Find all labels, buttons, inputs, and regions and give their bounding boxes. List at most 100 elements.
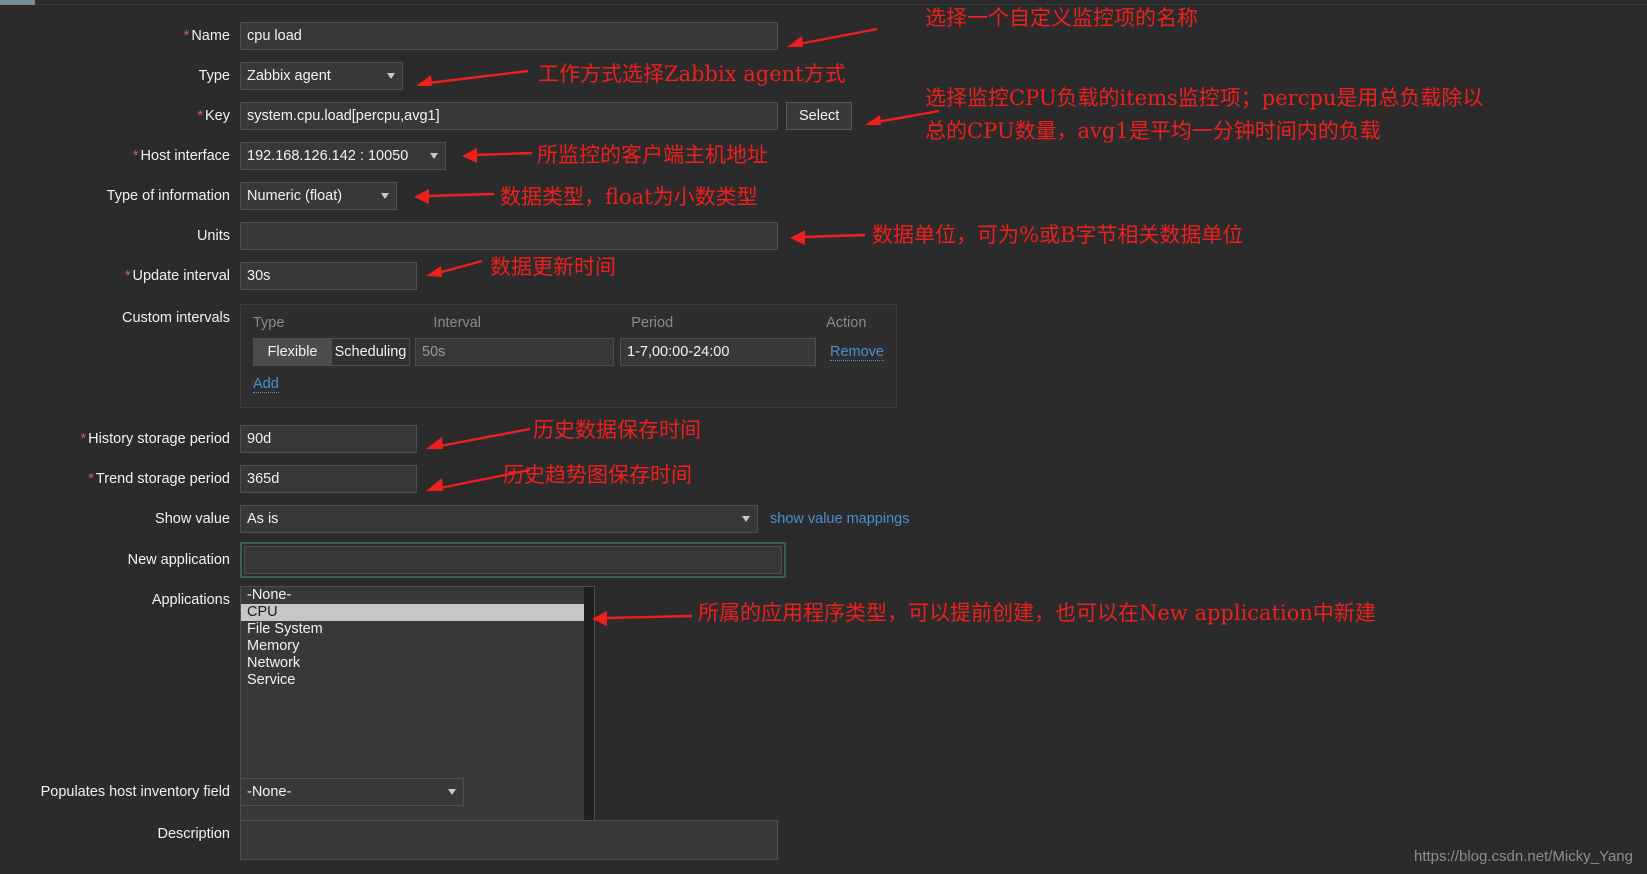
required-marker-host-interface: * bbox=[132, 148, 139, 164]
list-item[interactable]: Network bbox=[241, 655, 594, 672]
label-type-text: Type bbox=[198, 68, 230, 84]
form-row-update-interval: * Update interval bbox=[0, 262, 417, 290]
form-row-populates-host-inventory-field: Populates host inventory field -None- bbox=[0, 778, 464, 806]
annotation-type: 工作方式选择Zabbix agent方式 bbox=[538, 62, 846, 86]
show-value-select-value: As is bbox=[247, 511, 279, 527]
column-header-action: Action bbox=[826, 315, 867, 331]
label-applications-text: Applications bbox=[151, 592, 230, 608]
applications-scrollbar[interactable] bbox=[584, 587, 594, 823]
interval-type-toggle[interactable]: Flexible Scheduling bbox=[253, 338, 410, 366]
chevron-down-icon bbox=[387, 73, 395, 79]
top-strip bbox=[0, 0, 1647, 5]
update-interval-input[interactable] bbox=[240, 262, 417, 290]
column-header-period: Period bbox=[631, 315, 674, 331]
chevron-down-icon bbox=[381, 193, 389, 199]
description-textarea[interactable] bbox=[240, 820, 778, 860]
label-trend-storage-period-text: Trend storage period bbox=[95, 471, 230, 487]
zabbix-item-form-page: *Name Type Zabbix agent *Key Select *Hos… bbox=[0, 0, 1647, 874]
name-input[interactable] bbox=[240, 22, 778, 50]
host-interface-select-value: 192.168.126.142 : 10050 bbox=[247, 148, 409, 164]
applications-scrollbar-thumb[interactable] bbox=[584, 587, 594, 823]
show-value-mappings-link[interactable]: show value mappings bbox=[770, 505, 909, 533]
type-select[interactable]: Zabbix agent bbox=[240, 62, 403, 90]
label-new-application-text: New application bbox=[127, 552, 230, 568]
new-application-focus-ring bbox=[240, 542, 786, 578]
label-history-storage-period-text: History storage period bbox=[88, 431, 230, 447]
label-show-value: Show value bbox=[0, 505, 240, 533]
label-type-of-information-text: Type of information bbox=[106, 188, 230, 204]
label-custom-intervals: Custom intervals bbox=[0, 304, 240, 332]
label-host-interface-text: Host interface bbox=[140, 148, 230, 164]
list-item[interactable]: -None- bbox=[241, 587, 594, 604]
annotation-applications: 所属的应用程序类型，可以提前创建，也可以在New application中新建 bbox=[698, 601, 1376, 625]
custom-intervals-table: Type Interval Period Action Flexible Sch… bbox=[240, 304, 897, 408]
new-application-input[interactable] bbox=[244, 546, 782, 574]
populates-host-inventory-field-select[interactable]: -None- bbox=[240, 778, 464, 806]
show-value-select[interactable]: As is bbox=[240, 505, 758, 533]
label-units: Units bbox=[0, 222, 240, 250]
custom-period-input[interactable] bbox=[620, 338, 816, 366]
custom-interval-add-link[interactable]: Add bbox=[253, 376, 279, 393]
annotation-history: 历史数据保存时间 bbox=[533, 418, 701, 442]
host-interface-select[interactable]: 192.168.126.142 : 10050 bbox=[240, 142, 446, 170]
chevron-down-icon bbox=[448, 789, 456, 795]
label-applications: Applications bbox=[0, 586, 240, 614]
required-marker-update-interval: * bbox=[124, 268, 131, 284]
label-type-of-information: Type of information bbox=[0, 182, 240, 210]
form-row-type: Type Zabbix agent bbox=[0, 62, 403, 90]
interval-type-flexible-button[interactable]: Flexible bbox=[253, 338, 332, 366]
label-update-interval: * Update interval bbox=[0, 262, 240, 290]
list-item[interactable]: Service bbox=[241, 672, 594, 689]
key-input[interactable] bbox=[240, 102, 778, 130]
column-header-type: Type bbox=[253, 315, 285, 331]
annotation-name: 选择一个自定义监控项的名称 bbox=[925, 6, 1198, 30]
units-input[interactable] bbox=[240, 222, 778, 250]
annotation-trend: 历史趋势图保存时间 bbox=[503, 463, 692, 487]
annotation-arrow-type-of-information bbox=[414, 189, 495, 204]
form-row-description: Description bbox=[0, 820, 778, 860]
column-header-interval: Interval bbox=[433, 315, 481, 331]
chevron-down-icon bbox=[742, 516, 750, 522]
required-marker-trend: * bbox=[88, 471, 94, 487]
annotation-update-interval: 数据更新时间 bbox=[490, 255, 616, 279]
annotation-type-of-information: 数据类型，float为小数类型 bbox=[500, 185, 758, 209]
custom-intervals-row: Flexible Scheduling Remove bbox=[253, 338, 884, 366]
list-item[interactable]: File System bbox=[241, 621, 594, 638]
label-custom-intervals-text: Custom intervals bbox=[122, 310, 230, 326]
label-key-text: Key bbox=[205, 108, 230, 124]
label-update-interval-text: Update interval bbox=[132, 268, 230, 284]
label-name: * Name bbox=[0, 22, 240, 50]
label-description-text: Description bbox=[157, 826, 230, 842]
populates-host-inventory-field-value: -None- bbox=[247, 784, 292, 800]
annotation-arrow-applications bbox=[592, 611, 693, 626]
label-description: Description bbox=[0, 820, 240, 848]
form-row-units: Units bbox=[0, 222, 778, 250]
form-row-show-value: Show value As is show value mappings bbox=[0, 505, 909, 533]
custom-interval-remove-link[interactable]: Remove bbox=[830, 344, 884, 361]
label-units-text: Units bbox=[196, 228, 230, 244]
annotation-arrow-history bbox=[426, 427, 531, 449]
label-history-storage-period: * History storage period bbox=[0, 425, 240, 453]
custom-intervals-header: Type Interval Period Action bbox=[253, 315, 884, 331]
key-select-button[interactable]: Select bbox=[786, 102, 853, 130]
annotation-key-line2: 总的CPU数量，avg1是平均一分钟时间内的负载 bbox=[925, 119, 1381, 143]
required-marker-key: * bbox=[197, 108, 203, 124]
form-row-history-storage-period: * History storage period bbox=[0, 425, 417, 453]
label-type: Type bbox=[0, 62, 240, 90]
type-of-information-select[interactable]: Numeric (float) bbox=[240, 182, 397, 210]
watermark: https://blog.csdn.net/Micky_Yang bbox=[1413, 848, 1633, 865]
type-of-information-select-value: Numeric (float) bbox=[247, 188, 343, 204]
history-storage-period-input[interactable] bbox=[240, 425, 417, 453]
type-select-value: Zabbix agent bbox=[247, 68, 331, 84]
interval-type-scheduling-button[interactable]: Scheduling bbox=[332, 338, 410, 366]
active-tab-marker bbox=[0, 0, 35, 5]
list-item[interactable]: CPU bbox=[241, 604, 594, 621]
label-new-application: New application bbox=[0, 542, 240, 578]
custom-interval-input[interactable] bbox=[415, 338, 614, 366]
list-item[interactable]: Memory bbox=[241, 638, 594, 655]
trend-storage-period-input[interactable] bbox=[240, 465, 417, 493]
annotation-arrow-type bbox=[416, 69, 529, 86]
label-populates-host-inventory-field-text: Populates host inventory field bbox=[40, 784, 230, 800]
annotation-arrow-update-interval bbox=[426, 259, 483, 277]
form-row-new-application: New application bbox=[0, 542, 786, 578]
